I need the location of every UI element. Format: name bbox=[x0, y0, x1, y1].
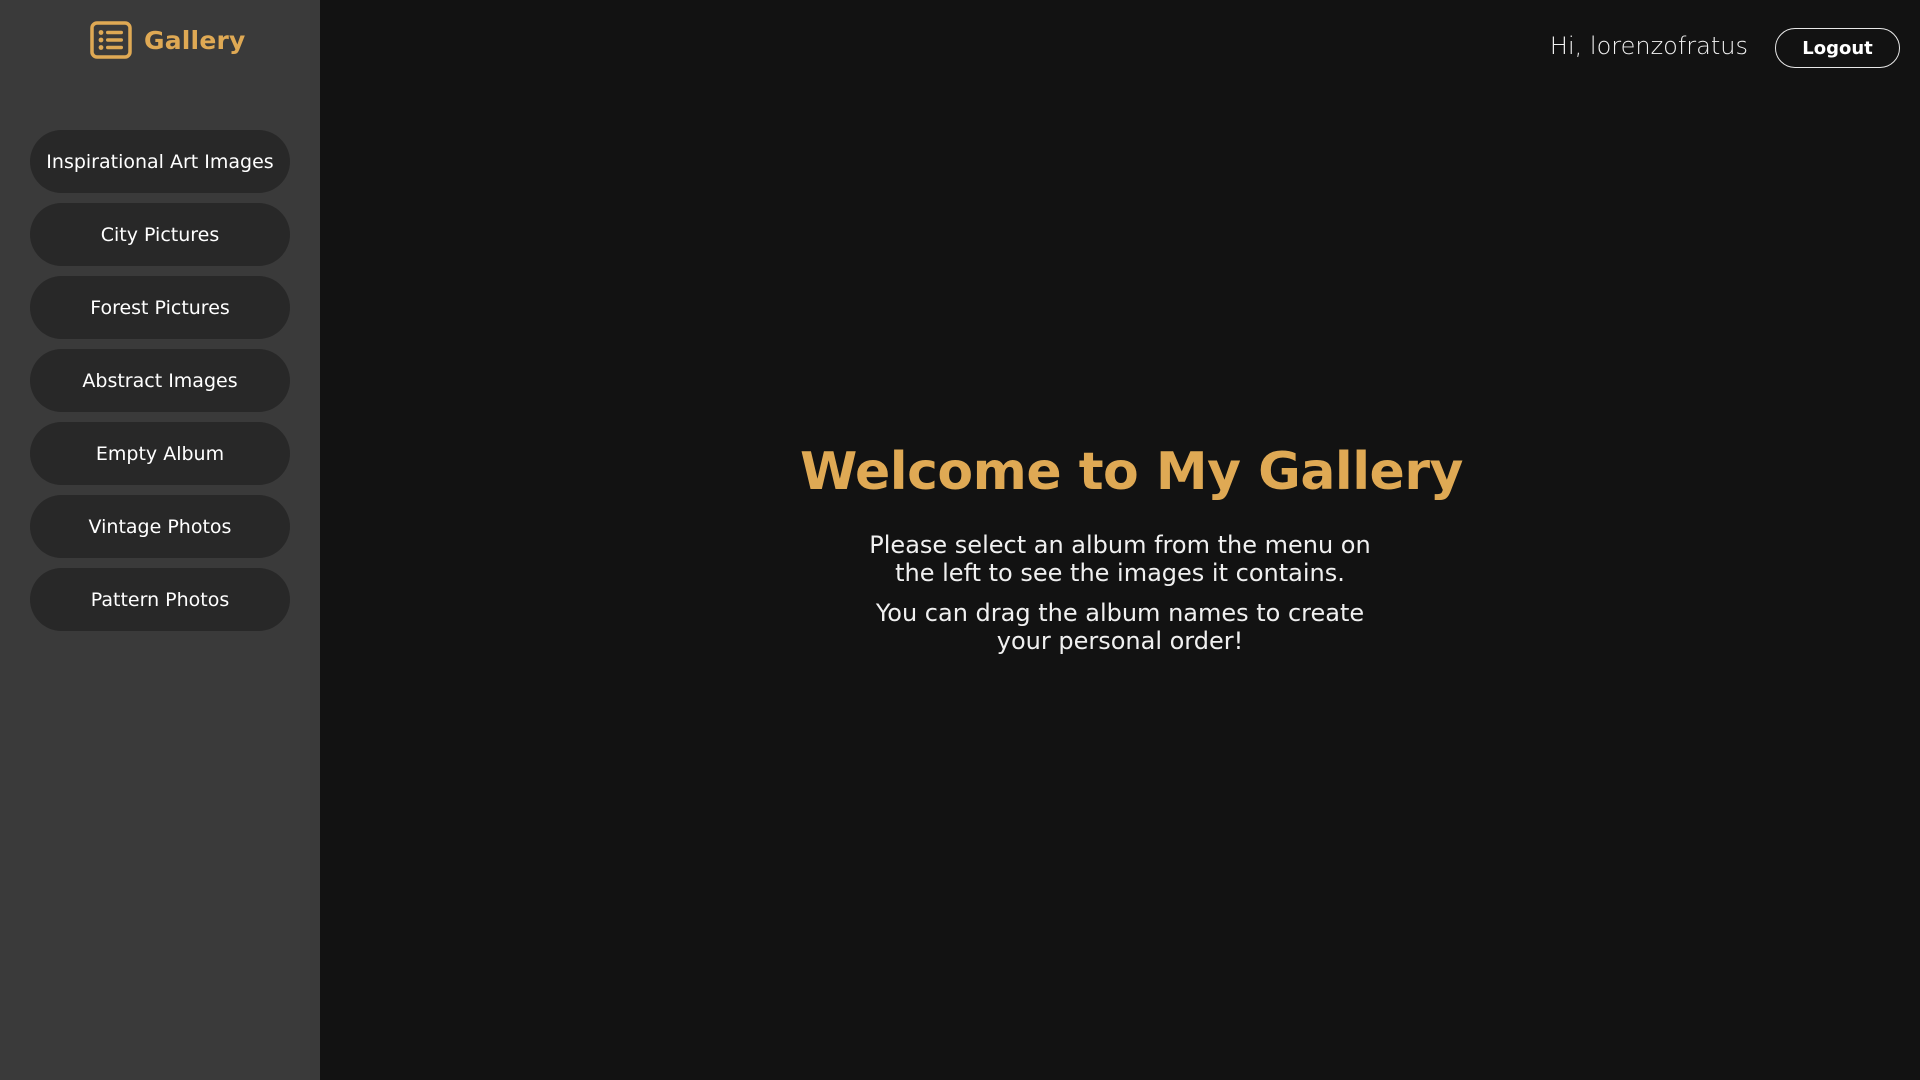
album-button[interactable]: Inspirational Art Images bbox=[30, 130, 290, 193]
page-title: Welcome to My Gallery bbox=[800, 442, 1463, 502]
brand[interactable]: Gallery bbox=[90, 20, 246, 60]
list-icon bbox=[90, 21, 132, 59]
album-list: Inspirational Art Images City Pictures F… bbox=[30, 130, 290, 641]
album-button[interactable]: Pattern Photos bbox=[30, 568, 290, 631]
welcome-panel: Welcome to My Gallery Please select an a… bbox=[800, 435, 1463, 655]
album-button[interactable]: Forest Pictures bbox=[30, 276, 290, 339]
album-button[interactable]: Vintage Photos bbox=[30, 495, 290, 558]
album-button[interactable]: City Pictures bbox=[30, 203, 290, 266]
instructions-text: Please select an album from the menu on … bbox=[869, 531, 1371, 587]
album-button[interactable]: Abstract Images bbox=[30, 349, 290, 412]
brand-title: Gallery bbox=[144, 25, 246, 55]
logout-button[interactable]: Logout bbox=[1775, 28, 1900, 68]
sidebar: Gallery Inspirational Art Images City Pi… bbox=[0, 0, 320, 1080]
drag-hint-text: You can drag the album names to create y… bbox=[875, 599, 1365, 655]
album-button[interactable]: Empty Album bbox=[30, 422, 290, 485]
user-greeting: Hi, lorenzofratus bbox=[1549, 32, 1748, 60]
app-root: Gallery Inspirational Art Images City Pi… bbox=[0, 0, 1920, 1080]
